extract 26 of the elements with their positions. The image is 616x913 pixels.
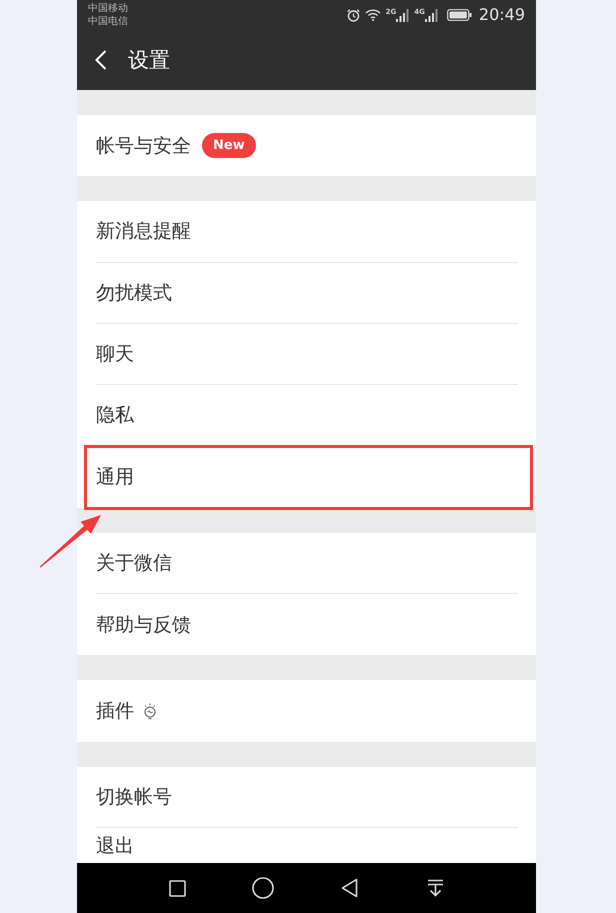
battery-icon	[446, 9, 472, 21]
carrier-name: 中国移动	[88, 2, 128, 15]
chevron-left-icon	[95, 50, 107, 70]
signal-icon	[424, 8, 438, 22]
down-arrow-icon	[426, 879, 444, 897]
wifi-icon	[364, 9, 381, 21]
circle-icon	[252, 877, 274, 899]
settings-item[interactable]: 隐私	[77, 385, 536, 446]
signal-icon	[396, 8, 410, 22]
page-title: 设置	[128, 50, 170, 70]
alarm-clock-icon	[346, 8, 360, 22]
back-button[interactable]	[93, 48, 109, 72]
triangle-icon	[340, 878, 358, 898]
settings-item[interactable]: 关于微信	[77, 532, 536, 594]
settings-item[interactable]: 勿扰模式	[77, 262, 536, 324]
new-badge: New	[202, 133, 256, 158]
settings-item[interactable]: 聊天	[77, 324, 536, 386]
settings-item[interactable]: 插件	[77, 680, 536, 742]
settings-item[interactable]: 切换帐号	[77, 766, 536, 828]
settings-item[interactable]: 帐号与安全 New	[77, 115, 536, 176]
settings-item[interactable]: 新消息提醒	[77, 201, 536, 263]
carrier-name: 中国电信	[88, 15, 128, 28]
settings-item[interactable]: 帮助与反馈	[77, 594, 536, 656]
settings-item[interactable]: 退出	[77, 828, 536, 863]
clock-time: 20:49	[478, 7, 525, 23]
square-icon	[168, 880, 186, 896]
